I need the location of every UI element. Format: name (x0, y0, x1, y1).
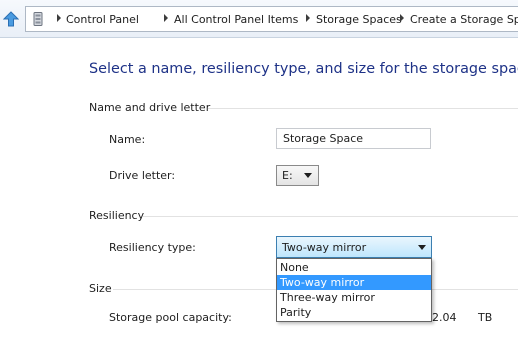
drive-letter-select[interactable]: E: (276, 165, 319, 186)
breadcrumb-control-panel[interactable]: Control Panel (66, 13, 139, 26)
chevron-right-icon[interactable] (398, 13, 406, 23)
up-arrow-icon[interactable] (3, 11, 19, 27)
breadcrumb-storage-spaces[interactable]: Storage Spaces (316, 13, 402, 26)
resiliency-type-value: Two-way mirror (282, 241, 367, 254)
page-title: Select a name, resiliency type, and size… (89, 61, 518, 77)
chevron-down-icon (418, 245, 426, 250)
option-three-way-mirror[interactable]: Three-way mirror (277, 290, 431, 305)
resiliency-dropdown-list: None Two-way mirror Three-way mirror Par… (276, 258, 432, 322)
section-divider (208, 108, 518, 109)
address-bar: Control Panel All Control Panel Items St… (0, 0, 518, 38)
chevron-right-icon[interactable] (304, 13, 312, 23)
name-label: Name: (109, 133, 146, 146)
breadcrumb-all-items[interactable]: All Control Panel Items (174, 13, 298, 26)
pool-capacity-unit: TB (478, 311, 493, 324)
breadcrumb-create-storage-space[interactable]: Create a Storage Space (410, 13, 518, 26)
pool-capacity-label: Storage pool capacity: (109, 311, 232, 324)
chevron-down-icon (304, 173, 312, 178)
option-parity[interactable]: Parity (277, 305, 431, 320)
chevron-right-icon[interactable] (162, 13, 170, 23)
storage-space-window: Control Panel All Control Panel Items St… (0, 0, 518, 342)
section-heading-resiliency: Resiliency (89, 209, 145, 222)
address-box[interactable]: Control Panel All Control Panel Items St… (25, 6, 518, 32)
name-input[interactable]: Storage Space (276, 128, 431, 149)
resiliency-type-select[interactable]: Two-way mirror (276, 236, 432, 258)
control-panel-icon (33, 12, 43, 26)
section-heading-name-drive: Name and drive letter (89, 101, 211, 114)
drive-letter-label: Drive letter: (109, 169, 176, 182)
chevron-right-icon[interactable] (55, 13, 63, 23)
option-two-way-mirror[interactable]: Two-way mirror (277, 275, 431, 290)
drive-letter-value: E: (282, 169, 293, 182)
section-heading-size: Size (89, 282, 112, 295)
resiliency-type-label: Resiliency type: (109, 241, 196, 254)
option-none[interactable]: None (277, 260, 431, 275)
section-divider (143, 216, 518, 217)
pool-capacity-value: 2.04 (432, 311, 457, 324)
